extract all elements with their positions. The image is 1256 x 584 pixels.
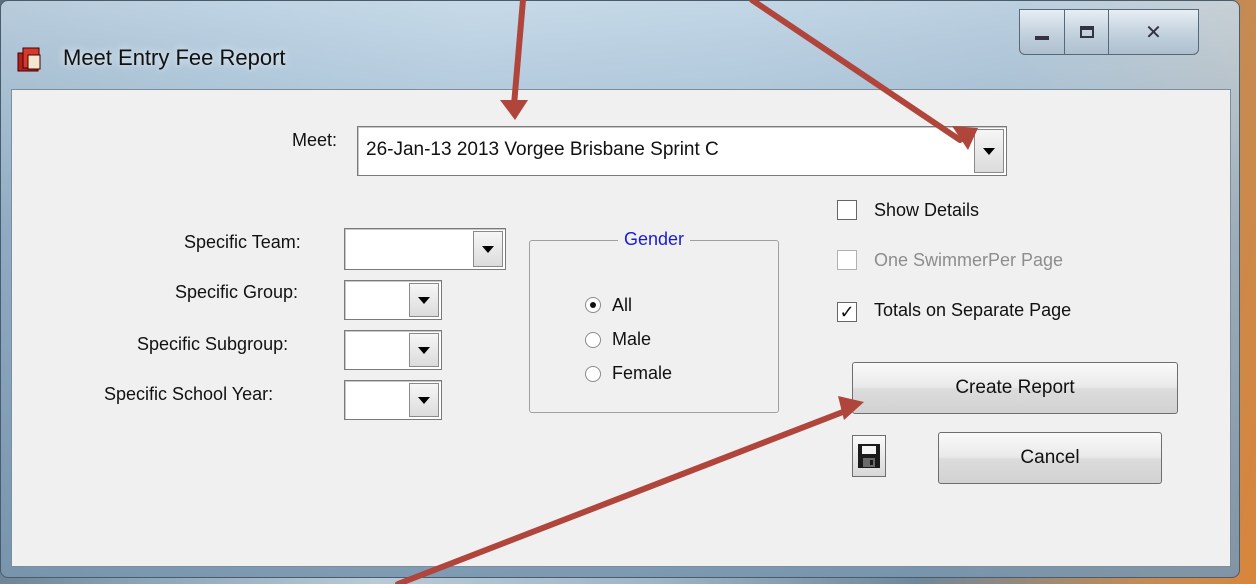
window-title: Meet Entry Fee Report	[63, 45, 286, 70]
gender-group: Gender All Male Female	[529, 229, 779, 413]
group-combo[interactable]	[344, 280, 442, 320]
meet-combo[interactable]: 26-Jan-13 2013 Vorgee Brisbane Sprint C	[357, 126, 1007, 176]
caption-buttons: ✕	[1019, 9, 1199, 57]
subgroup-combo[interactable]	[344, 330, 442, 370]
meet-dropdown-button[interactable]	[974, 129, 1004, 173]
minimize-icon	[1035, 36, 1049, 40]
gender-male-label[interactable]: Male	[612, 329, 651, 350]
minimize-button[interactable]	[1019, 9, 1065, 55]
one-swimmer-per-page-label[interactable]: One SwimmerPer Page	[874, 250, 1063, 271]
team-label: Specific Team:	[184, 232, 301, 252]
close-icon: ✕	[1145, 20, 1162, 44]
close-button[interactable]: ✕	[1109, 9, 1199, 55]
gender-female-radio[interactable]	[585, 366, 601, 382]
dialog-body: Meet: 26-Jan-13 2013 Vorgee Brisbane Spr…	[11, 89, 1231, 567]
meet-label: Meet:	[292, 130, 338, 150]
checkmark-icon: ✓	[839, 302, 855, 322]
gender-all-radio[interactable]	[585, 297, 601, 313]
app-icon	[17, 47, 41, 72]
show-details-label[interactable]: Show Details	[874, 200, 979, 221]
maximize-icon	[1079, 26, 1094, 38]
team-combo[interactable]	[344, 228, 506, 270]
group-dropdown-button[interactable]	[409, 283, 439, 317]
chevron-down-icon	[418, 396, 430, 404]
group-label: Specific Group:	[175, 282, 299, 302]
subgroup-dropdown-button[interactable]	[409, 333, 439, 367]
cancel-button[interactable]: Cancel	[938, 432, 1162, 484]
create-report-button[interactable]: Create Report	[852, 362, 1178, 414]
gender-all-label[interactable]: All	[612, 295, 632, 316]
school-year-label: Specific School Year:	[104, 384, 274, 404]
team-dropdown-button[interactable]	[473, 231, 503, 267]
save-disk-icon	[858, 444, 880, 468]
gender-group-title: Gender	[618, 229, 691, 250]
maximize-button[interactable]	[1065, 9, 1109, 55]
report-window: Meet Entry Fee Report ✕ Meet: 26-Jan-13 …	[0, 0, 1240, 578]
show-details-checkbox[interactable]	[837, 200, 857, 220]
gender-male-radio[interactable]	[585, 332, 601, 348]
chevron-down-icon	[418, 346, 430, 354]
save-button[interactable]	[852, 435, 886, 477]
school-year-combo[interactable]	[344, 380, 442, 420]
totals-separate-page-label[interactable]: Totals on Separate Page	[874, 300, 1071, 321]
chevron-down-icon	[983, 147, 995, 155]
subgroup-label: Specific Subgroup:	[137, 334, 289, 354]
chevron-down-icon	[482, 245, 494, 253]
one-swimmer-per-page-checkbox[interactable]	[837, 250, 857, 270]
totals-separate-page-checkbox[interactable]: ✓	[837, 302, 857, 322]
school-year-dropdown-button[interactable]	[409, 383, 439, 417]
meet-selected-value: 26-Jan-13 2013 Vorgee Brisbane Sprint C	[366, 139, 719, 160]
gender-female-label[interactable]: Female	[612, 363, 672, 384]
chevron-down-icon	[418, 296, 430, 304]
title-bar[interactable]: Meet Entry Fee Report ✕	[1, 1, 1241, 89]
